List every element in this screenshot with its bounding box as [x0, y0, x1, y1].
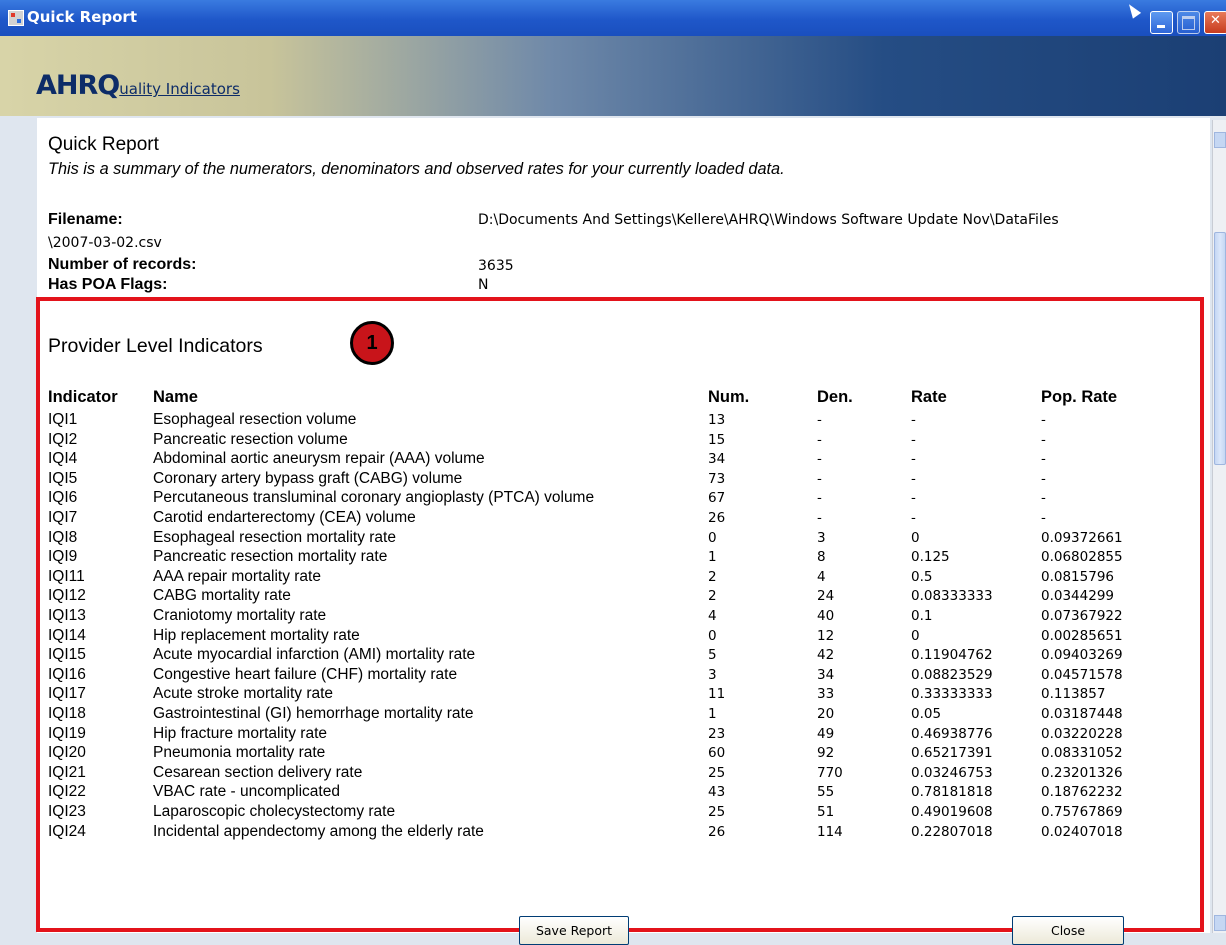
banner: AHRQuality Indicators [0, 36, 1226, 116]
mouse-cursor-icon [1124, 1, 1142, 19]
logo-main: AHRQ [36, 70, 120, 101]
window-title: Quick Report [27, 8, 137, 26]
app-icon [8, 10, 24, 26]
ahrq-logo: AHRQuality Indicators [36, 70, 240, 101]
page-title: Quick Report [48, 134, 159, 155]
page-subtitle: This is a summary of the numerators, den… [48, 160, 785, 178]
scroll-down-icon[interactable] [1214, 915, 1226, 931]
filename-value-cont: \2007-03-02.csv [48, 235, 162, 251]
filename-label: Filename: [48, 211, 123, 228]
poa-value: N [478, 277, 489, 293]
scroll-up-icon[interactable] [1214, 132, 1226, 148]
vertical-scrollbar[interactable] [1212, 120, 1226, 933]
scrollbar-thumb[interactable] [1214, 232, 1226, 465]
close-window-button[interactable] [1204, 11, 1226, 34]
records-value: 3635 [478, 258, 514, 274]
close-button[interactable]: Close [1012, 916, 1124, 945]
records-label: Number of records: [48, 256, 197, 273]
maximize-button[interactable] [1177, 11, 1200, 34]
minimize-button[interactable] [1150, 11, 1173, 34]
logo-sub: uality Indicators [119, 80, 240, 98]
highlight-box [36, 297, 1204, 932]
poa-label: Has POA Flags: [48, 276, 168, 293]
save-report-button[interactable]: Save Report [519, 916, 629, 945]
filename-value: D:\Documents And Settings\Kellere\AHRQ\W… [478, 212, 1059, 228]
title-bar[interactable]: Quick Report [0, 0, 1226, 36]
